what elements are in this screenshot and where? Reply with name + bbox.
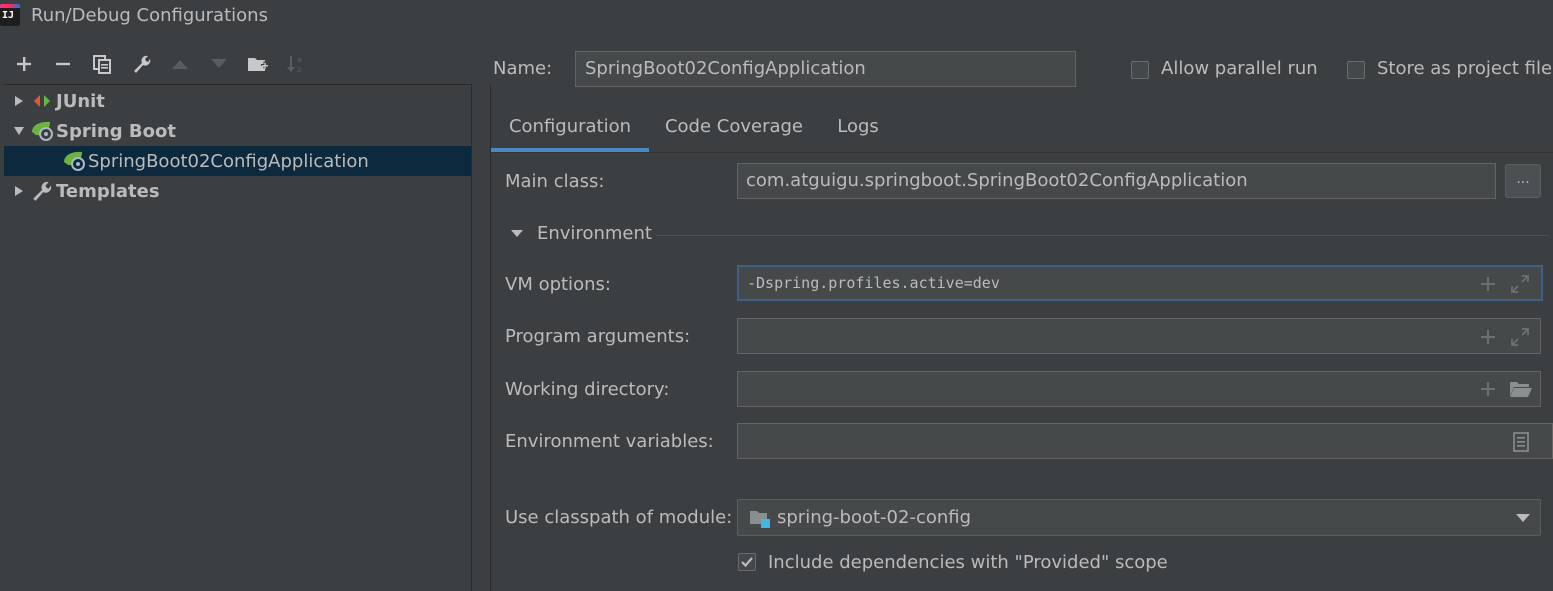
folder-open-icon[interactable] xyxy=(1509,380,1532,400)
environment-variables-field[interactable] xyxy=(737,423,1553,459)
store-as-project-file-label[interactable]: Store as project file xyxy=(1377,58,1552,79)
environment-variables-label: Environment variables: xyxy=(505,431,714,452)
spring-boot-app-icon xyxy=(62,150,86,172)
expand-arrow-icon[interactable] xyxy=(8,185,30,197)
tab-logs[interactable]: Logs xyxy=(821,108,895,152)
new-folder-icon[interactable] xyxy=(246,50,270,78)
working-directory-field[interactable] xyxy=(737,371,1541,407)
expand-icon[interactable] xyxy=(1511,275,1531,295)
checkmark-icon xyxy=(741,557,753,568)
move-down-icon[interactable] xyxy=(207,50,231,78)
allow-parallel-run-label[interactable]: Allow parallel run xyxy=(1161,58,1318,79)
tree-item-junit[interactable]: JUnit xyxy=(8,86,105,116)
tree-item-label: JUnit xyxy=(56,90,105,112)
store-as-project-file-checkbox[interactable] xyxy=(1347,61,1365,79)
junit-icon xyxy=(30,90,54,112)
name-field[interactable]: SpringBoot02ConfigApplication xyxy=(575,51,1076,87)
app-icon-text: IJ xyxy=(2,10,15,21)
classpath-module-dropdown[interactable]: spring-boot-02-config xyxy=(737,499,1541,536)
tree-item-springboot02configapplication[interactable]: SpringBoot02ConfigApplication xyxy=(4,146,471,176)
vm-options-label: VM options: xyxy=(505,274,611,295)
add-icon[interactable] xyxy=(1479,328,1499,348)
chevron-down-icon[interactable] xyxy=(1516,514,1530,522)
tree-item-label: Templates xyxy=(56,180,160,202)
add-icon[interactable] xyxy=(12,50,36,78)
tree-item-label: SpringBoot02ConfigApplication xyxy=(88,150,369,172)
classpath-module-value: spring-boot-02-config xyxy=(777,507,972,528)
config-tabs: Configuration Code Coverage Logs xyxy=(491,108,1553,153)
working-directory-label: Working directory: xyxy=(505,379,670,400)
main-class-label: Main class: xyxy=(505,171,605,192)
tree-item-templates[interactable]: Templates xyxy=(8,176,160,206)
environment-label: Environment xyxy=(537,223,652,244)
tree-item-spring-boot[interactable]: Spring Boot xyxy=(8,116,176,146)
section-divider xyxy=(656,235,1549,236)
browse-main-class-button[interactable]: ... xyxy=(1505,164,1541,198)
config-toolbar: az xyxy=(0,50,473,82)
vm-options-field[interactable]: -Dspring.profiles.active=dev xyxy=(737,265,1543,301)
tree-item-label: Spring Boot xyxy=(56,120,176,142)
spring-boot-icon xyxy=(30,120,54,142)
include-dependencies-label[interactable]: Include dependencies with "Provided" sco… xyxy=(768,552,1168,573)
panel-divider[interactable] xyxy=(490,84,491,591)
collapse-triangle-icon[interactable] xyxy=(511,230,523,237)
edit-list-icon[interactable] xyxy=(1513,432,1533,452)
title-bar: IJ Run/Debug Configurations xyxy=(0,0,1553,32)
add-icon[interactable] xyxy=(1479,380,1499,400)
program-arguments-field[interactable] xyxy=(737,318,1541,354)
classpath-module-label: Use classpath of module: xyxy=(505,507,733,528)
expand-arrow-icon[interactable] xyxy=(8,95,30,107)
svg-text:z: z xyxy=(297,65,301,74)
main-class-field[interactable]: com.atguigu.springboot.SpringBoot02Confi… xyxy=(737,163,1496,199)
expand-icon[interactable] xyxy=(1511,328,1531,348)
copy-icon[interactable] xyxy=(90,50,114,78)
module-folder-icon xyxy=(749,509,770,528)
allow-parallel-run-checkbox[interactable] xyxy=(1131,61,1149,79)
collapse-arrow-icon[interactable] xyxy=(8,126,30,136)
sort-icon[interactable]: az xyxy=(285,50,309,78)
svg-text:a: a xyxy=(297,55,302,64)
wrench-icon xyxy=(30,180,54,202)
move-up-icon[interactable] xyxy=(168,50,192,78)
wrench-icon[interactable] xyxy=(129,50,153,78)
add-icon[interactable] xyxy=(1479,275,1499,295)
window-title: Run/Debug Configurations xyxy=(31,5,268,26)
intellij-app-icon: IJ xyxy=(0,4,20,26)
remove-icon[interactable] xyxy=(51,50,75,78)
vm-options-value: -Dspring.profiles.active=dev xyxy=(747,274,1000,292)
tab-configuration[interactable]: Configuration xyxy=(491,108,649,152)
program-arguments-label: Program arguments: xyxy=(505,326,691,347)
include-dependencies-checkbox[interactable] xyxy=(738,553,756,571)
name-label: Name: xyxy=(493,58,553,79)
environment-section-header[interactable]: Environment xyxy=(509,222,1549,246)
tab-code-coverage[interactable]: Code Coverage xyxy=(657,108,811,152)
